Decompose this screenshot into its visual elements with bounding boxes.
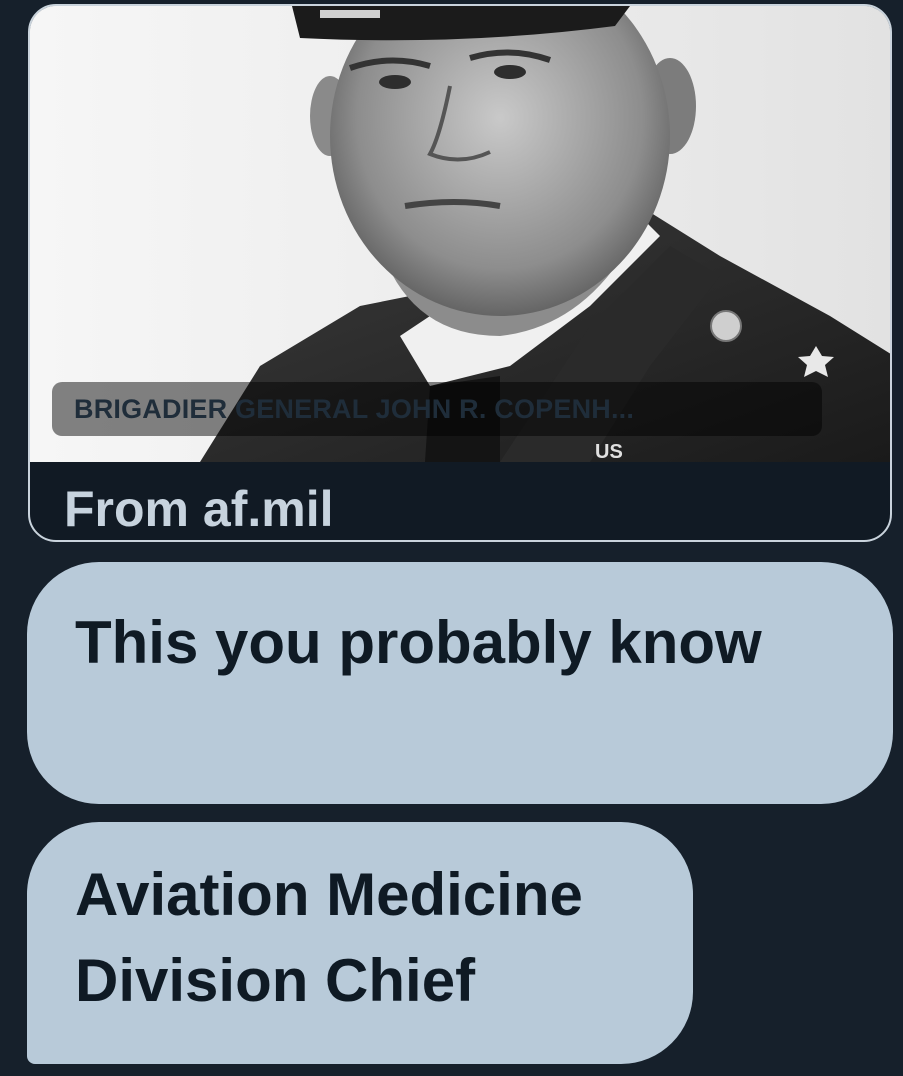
chat-screen: US BRIGADIER GENERAL JOHN R. COPENH... F… — [0, 0, 903, 1076]
message-text: This you probably know — [75, 609, 762, 676]
svg-text:US: US — [595, 441, 623, 462]
image-caption: BRIGADIER GENERAL JOHN R. COPENH... — [52, 382, 822, 436]
portrait-photo: US BRIGADIER GENERAL JOHN R. COPENH... — [30, 6, 890, 462]
message-bubble[interactable]: Aviation Medicine Division Chief — [27, 822, 693, 1064]
link-preview-card[interactable]: US BRIGADIER GENERAL JOHN R. COPENH... F… — [28, 4, 892, 542]
message-bubble[interactable]: This you probably know — [27, 562, 893, 804]
message-text-line: Aviation Medicine — [75, 861, 583, 928]
link-source-domain: From af.mil — [64, 481, 334, 537]
message-text-line: Division Chief — [75, 947, 476, 1014]
